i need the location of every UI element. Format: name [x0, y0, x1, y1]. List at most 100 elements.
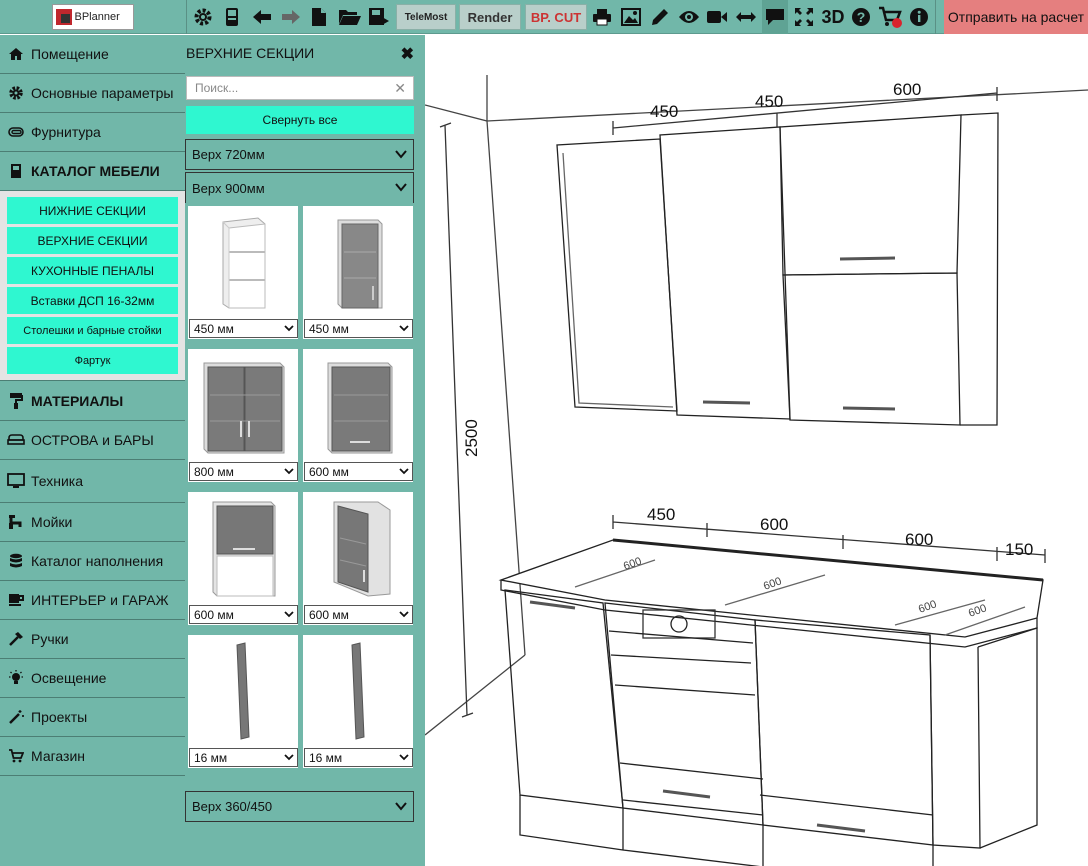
sidebar-item-appliances[interactable]: Техника [0, 460, 185, 503]
group-upper-360-450[interactable]: Верх 360/450 [185, 791, 414, 822]
product-card[interactable]: 450 мм [303, 206, 413, 339]
new-file-icon[interactable] [308, 0, 330, 34]
sidebar-item-furniture-catalog[interactable]: КАТАЛОГ МЕБЕЛИ [0, 152, 185, 191]
render-label: Render [467, 9, 513, 25]
render-button[interactable]: Render [459, 4, 521, 30]
sidebar-item-fillings-catalog[interactable]: Каталог наполнения [0, 542, 185, 581]
chevron-down-icon [395, 183, 407, 192]
search-placeholder: Поиск... [195, 81, 239, 95]
collapse-all-button[interactable]: Свернуть все [186, 106, 414, 134]
video-icon[interactable] [704, 0, 730, 34]
telemost-button[interactable]: TeleMost [396, 4, 456, 30]
info-icon[interactable] [906, 0, 932, 34]
size-value: 800 мм [194, 464, 234, 479]
sidebar-item-islands[interactable]: ОСТРОВА и БАРЫ [0, 421, 185, 460]
cabinet-icon [7, 162, 25, 180]
3d-viewport[interactable]: 2500 450 450 600 450 600 600 150 600 600… [424, 35, 1088, 866]
product-card[interactable]: 16 мм [188, 635, 298, 768]
catalog-chipboard-inserts[interactable]: Вставки ДСП 16-32мм [7, 287, 178, 314]
bpcut-button[interactable]: BP. CUT [525, 4, 587, 30]
size-select[interactable]: 16 мм [304, 748, 413, 767]
app-logo[interactable]: BPlanner [0, 0, 185, 34]
size-select[interactable]: 600 мм [304, 462, 413, 481]
comment-icon[interactable] [762, 0, 788, 34]
product-card[interactable]: 16 мм [303, 635, 413, 768]
fullscreen-icon[interactable] [791, 0, 817, 34]
catalog-lower-sections[interactable]: НИЖНИЕ СЕКЦИИ [7, 197, 178, 224]
sidebar-item-lighting[interactable]: Освещение [0, 659, 185, 698]
sidebar-item-label: Мойки [31, 514, 73, 530]
double-glass-cabinet-image [188, 349, 298, 461]
group-label: Верх 720мм [192, 147, 265, 162]
chevron-down-icon [284, 325, 294, 332]
open-folder-icon[interactable] [336, 0, 364, 34]
close-icon[interactable]: ✖ [401, 44, 414, 64]
save-icon[interactable] [220, 0, 244, 34]
sidebar-item-handles[interactable]: Ручки [0, 620, 185, 659]
sidebar-item-shop[interactable]: Магазин [0, 737, 185, 776]
sidebar-item-label: КАТАЛОГ МЕБЕЛИ [31, 163, 160, 179]
product-card[interactable]: 800 мм [188, 349, 298, 482]
sidebar-item-main-params[interactable]: Основные параметры [0, 74, 185, 113]
size-select[interactable]: 16 мм [189, 748, 298, 767]
sidebar-item-room[interactable]: Помещение [0, 35, 185, 74]
product-card[interactable]: 600 мм [188, 492, 298, 625]
sidebar-item-label: Освещение [31, 670, 107, 686]
group-upper-720[interactable]: Верх 720мм [185, 139, 414, 170]
help-icon[interactable]: ? [849, 0, 873, 34]
sidebar-item-label: Фурнитура [31, 124, 101, 140]
size-select[interactable]: 800 мм [189, 462, 298, 481]
size-select[interactable]: 450 мм [304, 319, 413, 338]
sidebar-item-interior-garage[interactable]: ИНТЕРЬЕР и ГАРАЖ [0, 581, 185, 620]
group-upper-900[interactable]: Верх 900мм [185, 172, 414, 203]
paint-roller-icon [7, 392, 25, 410]
save-as-icon[interactable] [366, 0, 392, 34]
sidebar-item-label: Каталог наполнения [31, 553, 164, 569]
chevron-down-icon [399, 325, 409, 332]
glass-door-cabinet-image [303, 349, 413, 461]
search-input[interactable]: Поиск... ✕ [186, 76, 414, 100]
3d-icon[interactable]: 3D [818, 0, 848, 34]
catalog-upper-sections[interactable]: ВЕРХНИЕ СЕКЦИИ [7, 227, 178, 254]
lower-width-2: 600 [760, 515, 788, 534]
product-card[interactable]: 450 мм [188, 206, 298, 339]
product-card[interactable]: 600 мм [303, 349, 413, 482]
chevron-down-icon [399, 611, 409, 618]
sidebar-item-hardware[interactable]: Фурнитура [0, 113, 185, 152]
database-icon [7, 552, 25, 570]
size-select[interactable]: 600 мм [304, 605, 413, 624]
panel-title: ВЕРХНИЕ СЕКЦИИ [186, 45, 315, 61]
size-value: 600 мм [194, 607, 234, 622]
size-value: 600 мм [309, 464, 349, 479]
catalog-backsplash[interactable]: Фартук [7, 347, 178, 374]
catalog-tall-units[interactable]: КУХОННЫЕ ПЕНАЛЫ [7, 257, 178, 284]
eye-icon[interactable] [676, 0, 702, 34]
faucet-icon [7, 513, 25, 531]
print-icon[interactable] [590, 0, 614, 34]
gear-icon[interactable] [190, 0, 216, 34]
edit-icon[interactable] [647, 0, 673, 34]
size-value: 450 мм [309, 321, 349, 336]
sidebar-item-sinks[interactable]: Мойки [0, 503, 185, 542]
cart-icon[interactable] [876, 0, 904, 34]
undo-icon[interactable] [249, 0, 275, 34]
sidebar-item-label: Проекты [31, 709, 88, 725]
side-panel-image [303, 635, 413, 747]
cart-icon [7, 747, 25, 765]
sidebar-item-label: ИНТЕРЬЕР и ГАРАЖ [31, 592, 169, 608]
send-for-calculation-button[interactable]: Отправить на расчет [944, 0, 1088, 34]
sidebar-item-materials[interactable]: МАТЕРИАЛЫ [0, 380, 185, 421]
sidebar-item-label: Ручки [31, 631, 69, 647]
resize-icon[interactable] [733, 0, 759, 34]
product-card[interactable]: 600 мм [303, 492, 413, 625]
size-select[interactable]: 450 мм [189, 319, 298, 338]
image-icon[interactable] [618, 0, 644, 34]
chevron-down-icon [284, 754, 294, 761]
redo-icon[interactable] [278, 0, 304, 34]
kitchen-scene: 2500 450 450 600 450 600 600 150 600 600… [424, 75, 1088, 866]
clear-search-icon[interactable]: ✕ [394, 80, 406, 97]
size-select[interactable]: 600 мм [189, 605, 298, 624]
sidebar-item-projects[interactable]: Проекты [0, 698, 185, 737]
catalog-countertops[interactable]: Столешки и барные стойки [7, 317, 178, 344]
view-3d-label: 3D [821, 6, 845, 27]
